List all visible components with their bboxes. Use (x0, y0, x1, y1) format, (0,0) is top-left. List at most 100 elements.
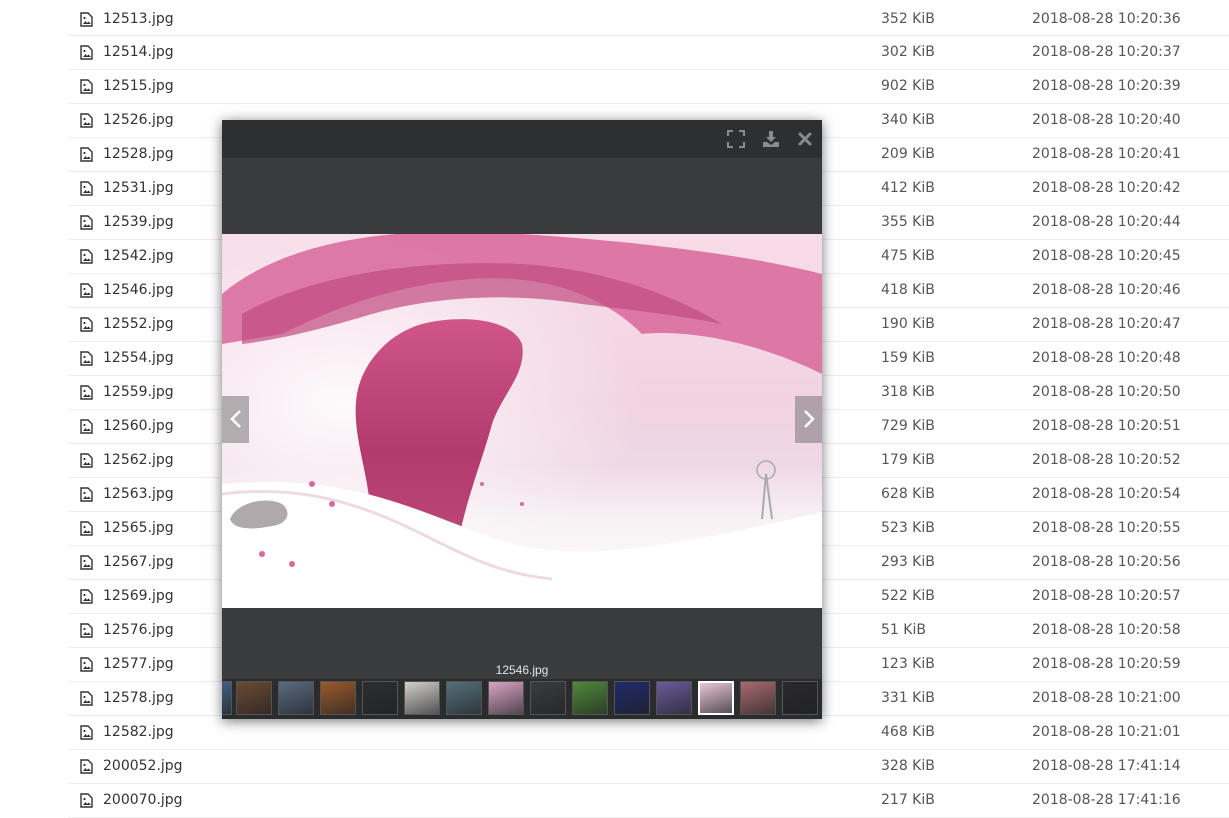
file-date: 2018-08-28 10:20:42 (1032, 180, 1181, 196)
thumbnail[interactable] (572, 681, 608, 715)
image-file-icon (80, 657, 93, 672)
next-image-button[interactable] (795, 396, 822, 443)
file-name[interactable]: 200052.jpg (103, 758, 183, 774)
file-size: 179 KiB (881, 452, 935, 468)
file-date: 2018-08-28 10:20:40 (1032, 112, 1181, 128)
chevron-right-icon (803, 410, 815, 428)
file-date: 2018-08-28 10:20:44 (1032, 214, 1181, 230)
file-date: 2018-08-28 10:20:55 (1032, 520, 1181, 536)
file-date: 2018-08-28 10:20:36 (1032, 11, 1181, 27)
thumbnail[interactable] (320, 681, 356, 715)
thumbnail[interactable] (236, 681, 272, 715)
file-name[interactable]: 12514.jpg (103, 44, 174, 60)
file-size: 729 KiB (881, 418, 935, 434)
fullscreen-button[interactable] (727, 130, 745, 148)
file-name[interactable]: 12569.jpg (103, 588, 174, 604)
file-size: 190 KiB (881, 316, 935, 332)
file-name[interactable]: 12562.jpg (103, 452, 174, 468)
file-name[interactable]: 12515.jpg (103, 78, 174, 94)
lightbox-image (222, 234, 822, 608)
file-name[interactable]: 12576.jpg (103, 622, 174, 638)
file-size: 352 KiB (881, 11, 935, 27)
file-row[interactable]: 200052.jpg 328 KiB 2018-08-28 17:41:14 (68, 750, 1229, 784)
file-size: 293 KiB (881, 554, 935, 570)
file-size: 522 KiB (881, 588, 935, 604)
file-name[interactable]: 12531.jpg (103, 180, 174, 196)
file-date: 2018-08-28 10:20:48 (1032, 350, 1181, 366)
thumbnail[interactable] (530, 681, 566, 715)
image-file-icon (80, 759, 93, 774)
file-name[interactable]: 12563.jpg (103, 486, 174, 502)
file-size: 318 KiB (881, 384, 935, 400)
thumbnail[interactable] (614, 681, 650, 715)
close-button[interactable] (796, 130, 814, 148)
image-caption: 12546.jpg (495, 663, 549, 677)
file-size: 355 KiB (881, 214, 935, 230)
thumbnail-strip[interactable] (222, 679, 822, 719)
file-name[interactable]: 12578.jpg (103, 690, 174, 706)
file-name[interactable]: 12577.jpg (103, 656, 174, 672)
download-button[interactable] (762, 130, 780, 148)
file-row[interactable]: 12514.jpg 302 KiB 2018-08-28 10:20:37 (68, 36, 1229, 70)
file-name[interactable]: 12554.jpg (103, 350, 174, 366)
file-name[interactable]: 12539.jpg (103, 214, 174, 230)
file-size: 331 KiB (881, 690, 935, 706)
file-row[interactable]: 12513.jpg 352 KiB 2018-08-28 10:20:36 (68, 3, 1229, 36)
thumbnail[interactable] (656, 681, 692, 715)
image-file-icon (80, 419, 93, 434)
file-name[interactable]: 12513.jpg (103, 11, 174, 27)
file-date: 2018-08-28 10:20:37 (1032, 44, 1181, 60)
file-date: 2018-08-28 10:20:59 (1032, 656, 1181, 672)
file-date: 2018-08-28 17:41:14 (1032, 758, 1181, 774)
thumbnail[interactable] (404, 681, 440, 715)
chevron-left-icon (229, 410, 241, 428)
thumbnail[interactable] (698, 681, 734, 715)
thumbnail[interactable] (446, 681, 482, 715)
file-size: 523 KiB (881, 520, 935, 536)
file-size: 217 KiB (881, 792, 935, 808)
file-date: 2018-08-28 10:20:45 (1032, 248, 1181, 264)
image-file-icon (80, 45, 93, 60)
file-name[interactable]: 12560.jpg (103, 418, 174, 434)
image-file-icon (80, 283, 93, 298)
thumbnail[interactable] (222, 681, 232, 715)
file-size: 328 KiB (881, 758, 935, 774)
image-lightbox: 12546.jpg (222, 120, 822, 719)
file-date: 2018-08-28 10:21:00 (1032, 690, 1181, 706)
file-name[interactable]: 200070.jpg (103, 792, 183, 808)
file-size: 475 KiB (881, 248, 935, 264)
thumbnail[interactable] (362, 681, 398, 715)
file-name[interactable]: 12526.jpg (103, 112, 174, 128)
file-name[interactable]: 12582.jpg (103, 724, 174, 740)
image-file-icon (80, 793, 93, 808)
file-size: 51 KiB (881, 622, 926, 638)
fullscreen-icon (727, 130, 745, 148)
image-file-icon (80, 147, 93, 162)
image-file-icon (80, 691, 93, 706)
file-row[interactable]: 12582.jpg 468 KiB 2018-08-28 10:21:01 (68, 716, 1229, 750)
file-date: 2018-08-28 10:20:52 (1032, 452, 1181, 468)
file-name[interactable]: 12552.jpg (103, 316, 174, 332)
file-name[interactable]: 12542.jpg (103, 248, 174, 264)
thumbnail[interactable] (488, 681, 524, 715)
previous-image-button[interactable] (222, 396, 249, 443)
file-row[interactable]: 200070.jpg 217 KiB 2018-08-28 17:41:16 (68, 784, 1229, 818)
file-size: 159 KiB (881, 350, 935, 366)
file-name[interactable]: 12528.jpg (103, 146, 174, 162)
thumbnail[interactable] (740, 681, 776, 715)
file-date: 2018-08-28 10:20:56 (1032, 554, 1181, 570)
file-size: 302 KiB (881, 44, 935, 60)
file-name[interactable]: 12559.jpg (103, 384, 174, 400)
file-row[interactable]: 12515.jpg 902 KiB 2018-08-28 10:20:39 (68, 70, 1229, 104)
thumbnail[interactable] (782, 681, 818, 715)
file-date: 2018-08-28 17:41:16 (1032, 792, 1181, 808)
file-date: 2018-08-28 10:21:01 (1032, 724, 1181, 740)
thumbnail[interactable] (278, 681, 314, 715)
file-name[interactable]: 12565.jpg (103, 520, 174, 536)
image-file-icon (80, 317, 93, 332)
file-date: 2018-08-28 10:20:47 (1032, 316, 1181, 332)
file-date: 2018-08-28 10:20:51 (1032, 418, 1181, 434)
file-name[interactable]: 12546.jpg (103, 282, 174, 298)
file-date: 2018-08-28 10:20:58 (1032, 622, 1181, 638)
file-name[interactable]: 12567.jpg (103, 554, 174, 570)
